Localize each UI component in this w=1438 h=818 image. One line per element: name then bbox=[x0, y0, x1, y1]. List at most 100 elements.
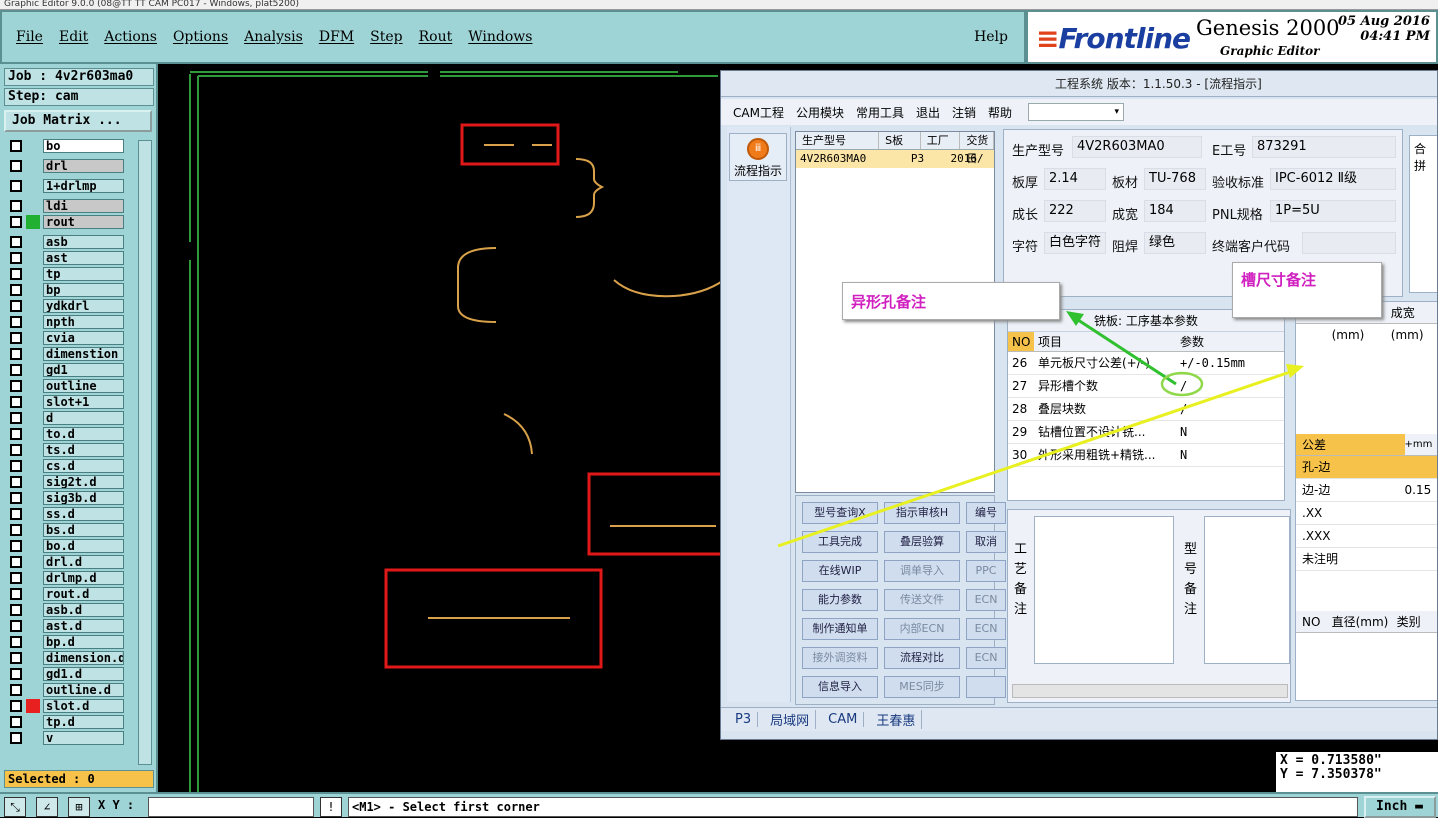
layer-checkbox[interactable] bbox=[10, 284, 22, 296]
layer-row[interactable]: ast bbox=[4, 250, 124, 266]
layer-row[interactable]: gd1.d bbox=[4, 666, 124, 682]
layer-name[interactable]: bp.d bbox=[43, 635, 124, 649]
params-col-item[interactable]: 项目 bbox=[1034, 332, 1176, 351]
layer-checkbox[interactable] bbox=[10, 180, 22, 192]
layer-name[interactable]: npth bbox=[43, 315, 124, 329]
layer-name[interactable]: drl.d bbox=[43, 555, 124, 569]
action-button[interactable]: 内部ECN bbox=[884, 618, 960, 640]
layer-name[interactable]: slot.d bbox=[43, 699, 124, 713]
drill-col-diameter[interactable]: 直径(mm) bbox=[1326, 611, 1391, 632]
layer-name[interactable]: 1+drlmp bbox=[43, 179, 124, 193]
action-button[interactable]: 接外调资料 bbox=[802, 647, 878, 669]
layer-name[interactable]: d bbox=[43, 411, 124, 425]
status-tab[interactable]: 局域网 bbox=[770, 710, 816, 729]
layer-row[interactable]: npth bbox=[4, 314, 124, 330]
action-button[interactable] bbox=[966, 676, 1006, 698]
layer-name[interactable]: dimension.d bbox=[43, 651, 124, 665]
layer-row[interactable]: outline.d bbox=[4, 682, 124, 698]
layer-row[interactable]: slot.d bbox=[4, 698, 124, 714]
layer-name[interactable]: dimenstion bbox=[43, 347, 124, 361]
menu-windows[interactable]: Windows bbox=[468, 29, 532, 45]
layer-row[interactable]: asb bbox=[4, 234, 124, 250]
action-button[interactable]: ECN bbox=[966, 589, 1006, 611]
layer-checkbox[interactable] bbox=[10, 636, 22, 648]
layer-row[interactable]: drl bbox=[4, 158, 124, 174]
layer-name[interactable]: drlmp.d bbox=[43, 571, 124, 585]
layer-name[interactable]: bp bbox=[43, 283, 124, 297]
action-button[interactable]: 制作通知单 bbox=[802, 618, 878, 640]
layer-name[interactable]: gd1 bbox=[43, 363, 124, 377]
tolerance-plus-col[interactable]: +mm bbox=[1405, 434, 1438, 455]
layer-row[interactable]: ldi bbox=[4, 198, 124, 214]
layer-row[interactable]: cs.d bbox=[4, 458, 124, 474]
layer-name[interactable]: ldi bbox=[43, 199, 124, 213]
layer-checkbox[interactable] bbox=[10, 492, 22, 504]
tolerance-row[interactable]: .XX bbox=[1296, 502, 1438, 525]
drill-col-no[interactable]: NO bbox=[1296, 611, 1326, 632]
layer-checkbox[interactable] bbox=[10, 396, 22, 408]
layer-name[interactable]: ts.d bbox=[43, 443, 124, 457]
layer-name[interactable]: asb.d bbox=[43, 603, 124, 617]
params-row[interactable]: 30外形采用粗铣+精铣...N bbox=[1008, 444, 1284, 467]
dialog-menu-item[interactable]: CAM工程 bbox=[733, 104, 784, 121]
action-button[interactable]: 在线WIP bbox=[802, 560, 878, 582]
params-row[interactable]: 27异形槽个数/ bbox=[1008, 375, 1284, 398]
layer-name[interactable]: outline bbox=[43, 379, 124, 393]
status-tab[interactable]: P3 bbox=[735, 712, 758, 727]
layer-name[interactable]: bo bbox=[43, 139, 124, 153]
alert-icon[interactable]: ! bbox=[320, 797, 342, 817]
layer-checkbox[interactable] bbox=[10, 160, 22, 172]
menu-options[interactable]: Options bbox=[173, 29, 228, 45]
layer-name[interactable]: gd1.d bbox=[43, 667, 124, 681]
dialog-menu-item[interactable]: 退出 bbox=[916, 104, 940, 121]
layer-row[interactable]: gd1 bbox=[4, 362, 124, 378]
layer-row[interactable]: drl.d bbox=[4, 554, 124, 570]
field-e-number[interactable]: 873291 bbox=[1252, 136, 1396, 158]
layer-checkbox[interactable] bbox=[10, 252, 22, 264]
layer-checkbox[interactable] bbox=[10, 300, 22, 312]
action-button[interactable]: 取消 bbox=[966, 531, 1006, 553]
col-s-board[interactable]: S板 bbox=[879, 132, 921, 149]
unit-selector[interactable]: Inch ▬ bbox=[1364, 796, 1436, 818]
layer-checkbox[interactable] bbox=[10, 668, 22, 680]
layer-row[interactable]: bs.d bbox=[4, 522, 124, 538]
layer-checkbox[interactable] bbox=[10, 216, 22, 228]
layer-checkbox[interactable] bbox=[10, 652, 22, 664]
layer-row[interactable]: to.d bbox=[4, 426, 124, 442]
layer-row[interactable]: ss.d bbox=[4, 506, 124, 522]
layer-row[interactable]: bo.d bbox=[4, 538, 124, 554]
menu-actions[interactable]: Actions bbox=[104, 29, 157, 45]
layer-checkbox[interactable] bbox=[10, 200, 22, 212]
layer-row[interactable]: rout bbox=[4, 214, 124, 230]
layer-name[interactable]: ast bbox=[43, 251, 124, 265]
tolerance-row[interactable]: 未注明 bbox=[1296, 548, 1438, 571]
params-col-no[interactable]: NO bbox=[1008, 332, 1034, 351]
layer-name[interactable]: v bbox=[43, 731, 124, 745]
layer-name[interactable]: ss.d bbox=[43, 507, 124, 521]
layer-checkbox[interactable] bbox=[10, 380, 22, 392]
col-model[interactable]: 生产型号 bbox=[796, 132, 879, 149]
layer-row[interactable]: d bbox=[4, 410, 124, 426]
tolerance-col[interactable]: 公差 bbox=[1296, 434, 1405, 455]
menu-help[interactable]: Help bbox=[974, 29, 1008, 45]
action-button[interactable]: 流程对比 bbox=[884, 647, 960, 669]
layer-row[interactable]: outline bbox=[4, 378, 124, 394]
params-col-value[interactable]: 参数 bbox=[1176, 332, 1256, 351]
menu-analysis[interactable]: Analysis bbox=[244, 29, 303, 45]
layer-checkbox[interactable] bbox=[10, 620, 22, 632]
dialog-menu-item[interactable]: 帮助 bbox=[988, 104, 1012, 121]
layer-name[interactable]: rout bbox=[43, 215, 124, 229]
action-button[interactable]: 叠层验算 bbox=[884, 531, 960, 553]
layer-row[interactable]: sig2t.d bbox=[4, 474, 124, 490]
job-grid-row[interactable]: 4V2R603MA0 P3 2016/ bbox=[796, 150, 994, 168]
field-model[interactable]: 4V2R603MA0 bbox=[1072, 136, 1202, 158]
layer-name[interactable]: cvia bbox=[43, 331, 124, 345]
layer-name[interactable]: tp.d bbox=[43, 715, 124, 729]
slot-col-width[interactable]: 成宽(mm) bbox=[1385, 302, 1438, 323]
action-button[interactable]: ECN bbox=[966, 618, 1006, 640]
layer-name[interactable]: sig3b.d bbox=[43, 491, 124, 505]
layer-checkbox[interactable] bbox=[10, 540, 22, 552]
layer-checkbox[interactable] bbox=[10, 348, 22, 360]
col-factory[interactable]: 工厂 bbox=[921, 132, 961, 149]
layer-name[interactable]: tp bbox=[43, 267, 124, 281]
